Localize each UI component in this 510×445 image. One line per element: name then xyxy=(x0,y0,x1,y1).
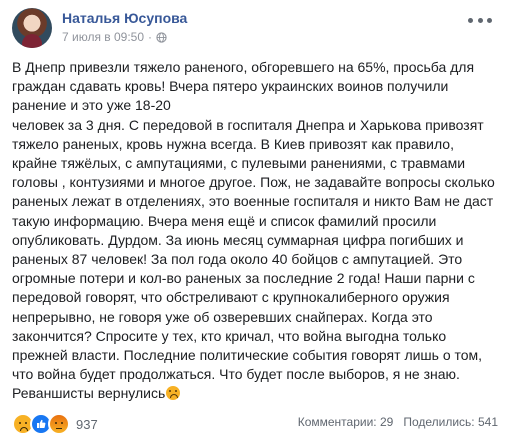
post-header: Наталья Юсупова 7 июля в 09:50 · xyxy=(12,8,498,48)
post-footer: 937 Комментарии: 29 Поделились: 541 xyxy=(12,413,498,435)
reaction-count[interactable]: 937 xyxy=(76,417,98,432)
reactions-summary[interactable]: 937 xyxy=(12,413,98,435)
comments-count-link[interactable]: Комментарии: 29 xyxy=(298,415,394,429)
post-text-line: передовой говорят, что обстреливают с кр… xyxy=(12,289,450,306)
angry-reaction-icon[interactable] xyxy=(48,413,70,435)
post-text-final: Реваншисты вернулись xyxy=(12,385,166,402)
post-text-line: раненых 87 человек! За пол года около 40… xyxy=(12,251,463,268)
post-text-line-last: Реваншисты вернулись xyxy=(12,384,500,403)
post-text-line: тяжело раненых, кровь нужна всегда. В Ки… xyxy=(12,135,454,152)
post-text-line: раненых лежат в отделениях, это военные … xyxy=(12,193,494,210)
post-stats: Комментарии: 29 Поделились: 541 xyxy=(298,415,498,429)
avatar[interactable] xyxy=(12,8,52,48)
post-text-line: такую информацию. Вчера меня ещё и списо… xyxy=(12,212,437,229)
post-meta: 7 июля в 09:50 · xyxy=(62,30,167,44)
more-options-icon[interactable] xyxy=(468,14,492,26)
post-text-line: непрерывно, не говоря уже об озверевших … xyxy=(12,308,433,325)
post-text-line: огромные потери и кол-во раненых за посл… xyxy=(12,270,475,287)
post-timestamp[interactable]: 7 июля в 09:50 xyxy=(62,30,144,44)
post-text-line: ранение и это уже 18-20 xyxy=(12,97,171,114)
post-text-line: головы , контузиями и многое другое. Пож… xyxy=(12,174,495,191)
globe-icon[interactable] xyxy=(156,31,167,43)
post-text-line: закончится? Спросите у тех, кто кричал, … xyxy=(12,327,447,344)
post-text-line: прежней власти. Последние политические с… xyxy=(12,347,483,364)
author-name[interactable]: Наталья Юсупова xyxy=(62,10,187,26)
post-text-line: крайне тяжёлых, с ампутациями, с пулевым… xyxy=(12,155,466,172)
post-text-line: В Днепр привезли тяжело раненого, обгоре… xyxy=(12,59,475,75)
post-text-line: граждан сдавать кровь! Вчера пятеро укра… xyxy=(12,78,449,95)
sad-face-emoji-icon xyxy=(166,386,181,401)
post-text-line: что война будет продолжаться. Что будет … xyxy=(12,366,460,383)
post-text-line: опубликовать. Дурдом. За июнь месяц сумм… xyxy=(12,231,464,248)
post-body: В Днепр привезли тяжело раненого, обгоре… xyxy=(12,58,500,404)
facebook-post: Наталья Юсупова 7 июля в 09:50 · В Днепр… xyxy=(0,0,510,445)
post-text-line: человек за 3 дня. С передовой в госпитал… xyxy=(12,116,484,133)
separator-dot: · xyxy=(148,30,153,44)
shares-count-link[interactable]: Поделились: 541 xyxy=(403,415,498,429)
